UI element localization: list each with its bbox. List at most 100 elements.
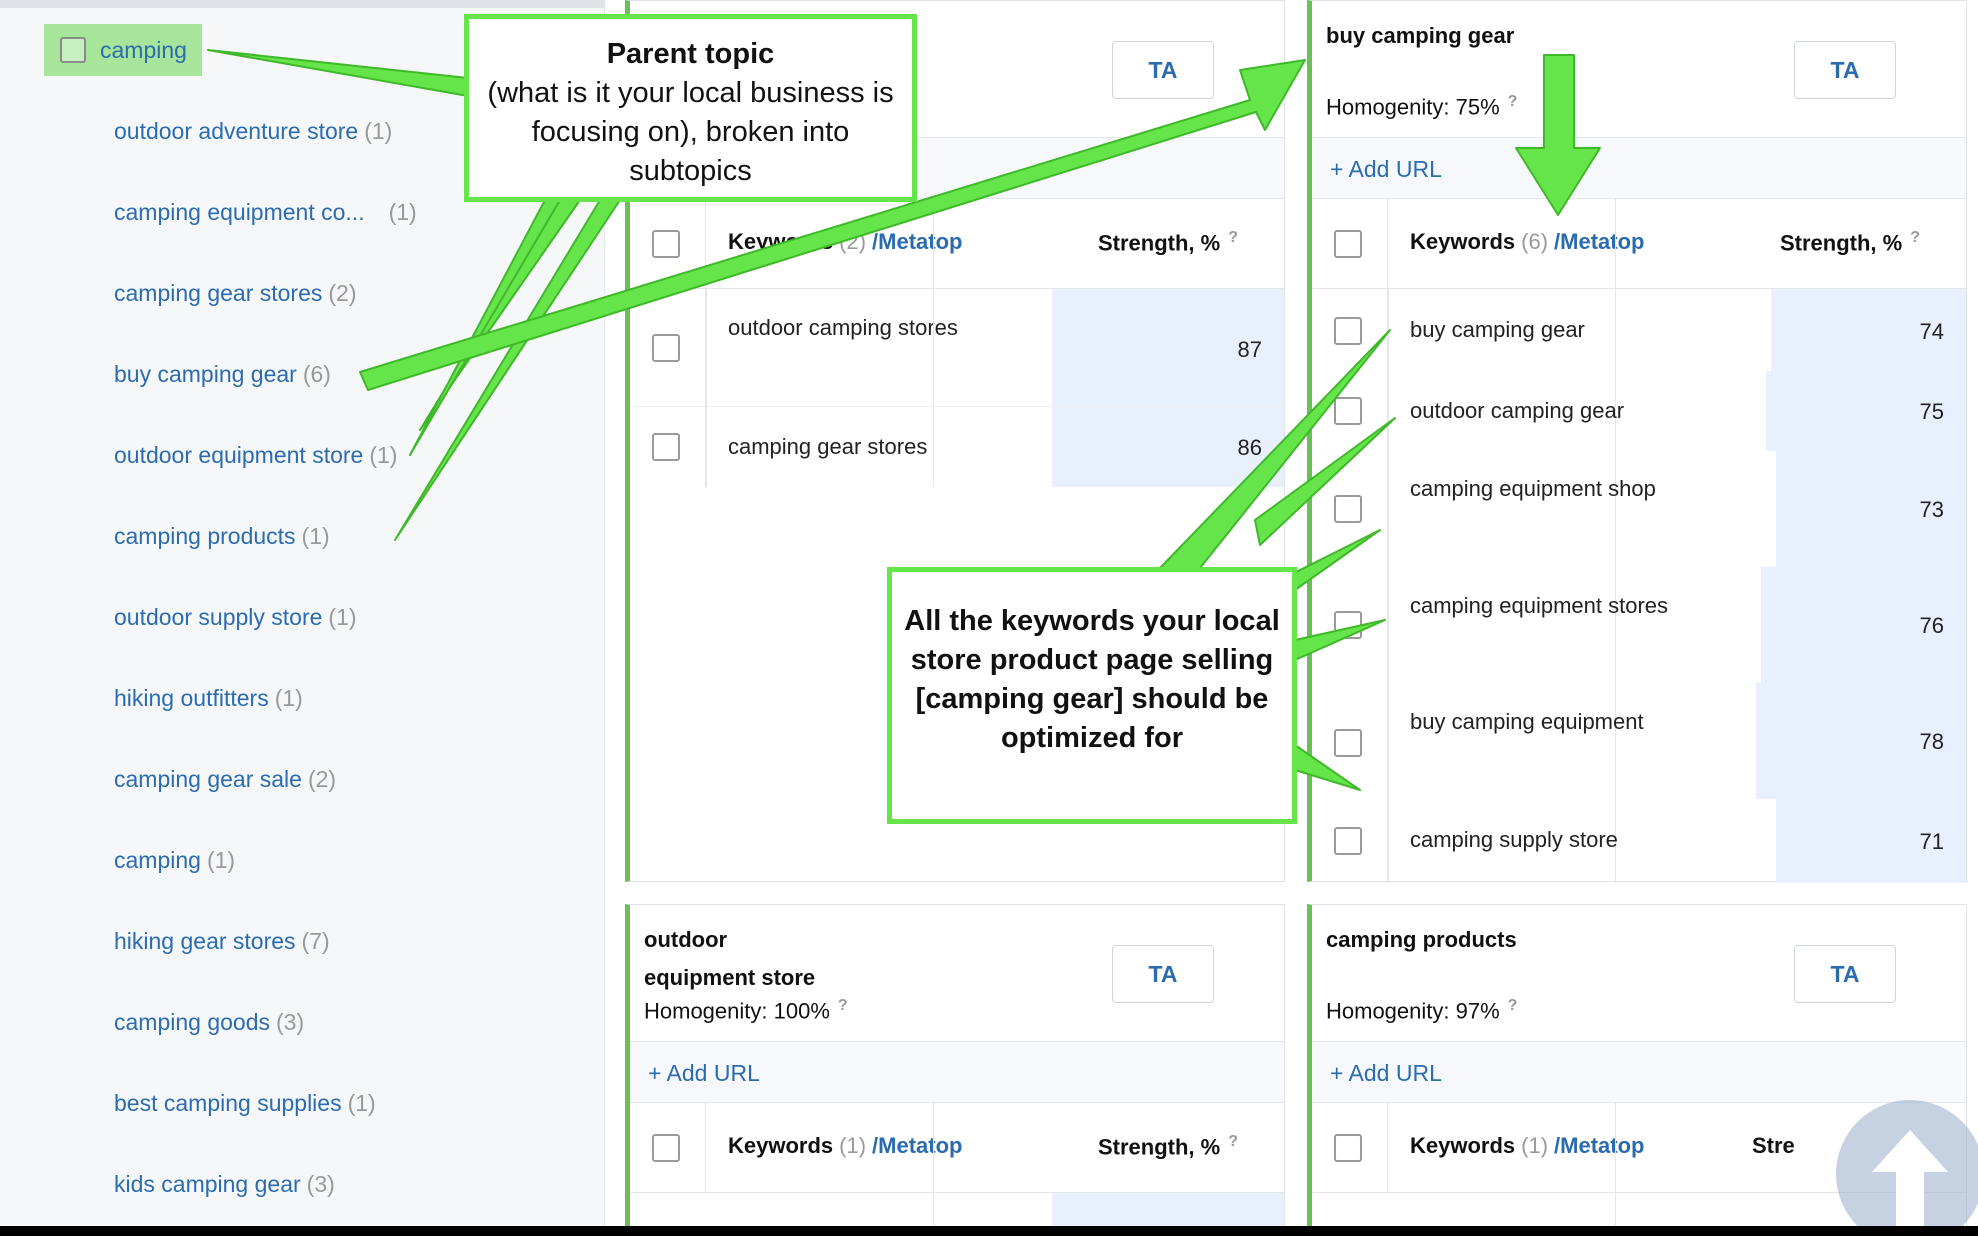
sidebar-item-label: camping [114, 847, 201, 873]
question-mark-icon[interactable]: ? [1508, 997, 1518, 1014]
sidebar-item-camping-goods[interactable]: camping goods (3) [114, 1009, 304, 1036]
strength-header[interactable]: Strength, %? [1780, 229, 1920, 256]
row-checkbox[interactable] [652, 334, 680, 362]
metatop-link[interactable]: /Metatop [1554, 229, 1644, 254]
sidebar-item-outdoor-equipment-store[interactable]: outdoor equipment store (1) [114, 442, 397, 469]
card-title: buy camping gear [1326, 23, 1515, 48]
sidebar-item-label: hiking outfitters [114, 685, 269, 711]
sidebar-item-camping-gear-sale[interactable]: camping gear sale (2) [114, 766, 336, 793]
keywords-header: Keywords (6)/Metatop [1410, 229, 1645, 254]
ta-button[interactable]: TA [1112, 41, 1214, 99]
keyword-cell: outdoor camping stores [728, 315, 958, 340]
scroll-to-top-button[interactable] [1836, 1100, 1978, 1236]
row-checkbox[interactable] [1334, 827, 1362, 855]
table-row: outdoor camping stores 87 [630, 289, 1284, 407]
keywords-header: Keywords (1)/Metatop [1410, 1133, 1645, 1158]
homogeneity-label: Homogenity: 100%? [644, 997, 848, 1024]
question-mark-icon[interactable]: ? [1228, 229, 1238, 246]
sidebar-item-hiking-gear-stores[interactable]: hiking gear stores (7) [114, 928, 330, 955]
strength-cell: 86 [1237, 435, 1262, 460]
table-row: camping equipment stores 76 [1312, 567, 1966, 683]
sidebar-item-label: camping products [114, 523, 296, 549]
sidebar-item-camping[interactable]: camping (1) [114, 847, 235, 874]
table-row: buy camping gear 74 [1312, 289, 1966, 371]
table-row: outdoor camping gear 75 [1312, 371, 1966, 451]
select-all-checkbox[interactable] [1334, 230, 1362, 258]
strength-header[interactable]: Strength, %? [1098, 1133, 1238, 1160]
sidebar-item-count: (3) [276, 1009, 305, 1035]
sidebar-item-count: (1) [388, 199, 417, 225]
homogeneity-label: Homogenity: 75%? [1326, 93, 1518, 120]
ta-button[interactable]: TA [1112, 945, 1214, 1003]
parent-topic-label: camping [100, 36, 187, 63]
keyword-cell: buy camping gear [1410, 317, 1585, 342]
sidebar-item-count: (2) [328, 280, 357, 306]
strength-cell: 87 [1237, 337, 1262, 362]
parent-topic-checkbox[interactable] [60, 37, 86, 63]
sidebar-item-count: (1) [369, 442, 398, 468]
card-title: camping products [1326, 927, 1517, 952]
table-header: Keywords (1)/Metatop Strength, %? [630, 1103, 1284, 1193]
sidebar-item-outdoor-supply-store[interactable]: outdoor supply store (1) [114, 604, 357, 631]
strength-cell: 71 [1919, 829, 1944, 854]
sidebar-item-label: hiking gear stores [114, 928, 296, 954]
sidebar-item-buy-camping-gear[interactable]: buy camping gear (6) [114, 361, 331, 388]
sidebar-item-label: camping gear sale [114, 766, 302, 792]
metatop-link[interactable]: /Metatop [872, 1133, 962, 1158]
question-mark-icon[interactable]: ? [1910, 229, 1920, 246]
strength-header[interactable]: Strength, %? [1098, 229, 1238, 256]
keywords-header: Keywords (1)/Metatop [728, 1133, 963, 1158]
homogeneity-label: Homogenity: 97%? [1326, 997, 1518, 1024]
sidebar-item-label: outdoor supply store [114, 604, 323, 630]
add-url-link[interactable]: + Add URL [1312, 137, 1966, 199]
topic-card-outdoor-equipment-store: outdoor equipment store Homogenity: 100%… [625, 904, 1285, 1236]
row-checkbox[interactable] [652, 433, 680, 461]
question-mark-icon[interactable]: ? [1228, 1133, 1238, 1150]
table-header: Keywords (6)/Metatop Strength, %? [1312, 199, 1966, 289]
sidebar-item-camping-equipment-co[interactable]: camping equipment co... (1) [114, 199, 417, 226]
sidebar-item-count: (2) [307, 766, 337, 792]
sidebar-item-count: (1) [364, 118, 393, 144]
keyword-cell: camping equipment shop [1410, 476, 1656, 501]
row-checkbox[interactable] [1334, 495, 1362, 523]
sidebar-item-camping-gear-stores[interactable]: camping gear stores (2) [114, 280, 357, 307]
add-url-link[interactable]: + Add URL [1312, 1041, 1966, 1103]
question-mark-icon[interactable]: ? [838, 997, 848, 1014]
sidebar-item-label: outdoor equipment store [114, 442, 364, 468]
row-checkbox[interactable] [1334, 729, 1362, 757]
keywords-callout: All the keywords your local store produc… [887, 567, 1297, 824]
sidebar-item-camping-products[interactable]: camping products (1) [114, 523, 330, 550]
card-title: outdoor equipment store [644, 927, 816, 990]
row-checkbox[interactable] [1334, 611, 1362, 639]
select-all-checkbox[interactable] [1334, 1134, 1362, 1162]
sidebar-item-outdoor-adventure-store[interactable]: outdoor adventure store (1) [114, 118, 392, 145]
ta-button[interactable]: TA [1794, 41, 1896, 99]
sidebar-item-best-camping-supplies[interactable]: best camping supplies (1) [114, 1090, 376, 1117]
add-url-link[interactable]: + Add URL [630, 1041, 1284, 1103]
select-all-checkbox[interactable] [652, 230, 680, 258]
sidebar-item-label: camping goods [114, 1009, 270, 1035]
ta-button[interactable]: TA [1794, 945, 1896, 1003]
table-row: buy camping equipment 78 [1312, 683, 1966, 799]
metatop-link[interactable]: /Metatop [872, 229, 962, 254]
question-mark-icon[interactable]: ? [1508, 93, 1518, 110]
sidebar-top-border [0, 0, 605, 8]
strength-header[interactable]: Stre [1752, 1133, 1795, 1159]
app-frame: camping outdoor adventure store (1) campi… [0, 0, 1978, 1236]
row-checkbox[interactable] [1334, 397, 1362, 425]
sidebar-item-count: (6) [302, 361, 331, 387]
select-all-checkbox[interactable] [652, 1134, 680, 1162]
callout-body: (what is it your local business is focus… [487, 77, 894, 187]
keyword-cell: outdoor camping gear [1410, 398, 1625, 423]
row-checkbox[interactable] [1334, 317, 1362, 345]
sidebar-item-kids-camping-gear[interactable]: kids camping gear (3) [114, 1171, 335, 1198]
table-row: camping supply store 71 [1312, 799, 1966, 883]
bottom-edge [0, 1226, 1978, 1236]
sidebar-item-count: (7) [301, 928, 330, 954]
parent-topic-item[interactable]: camping [44, 24, 202, 76]
sidebar-item-count: (1) [347, 1090, 376, 1116]
sidebar-item-hiking-outfitters[interactable]: hiking outfitters (1) [114, 685, 303, 712]
parent-topic-callout: Parent topic (what is it your local busi… [464, 14, 917, 202]
sidebar-item-label: best camping supplies [114, 1090, 342, 1116]
metatop-link[interactable]: /Metatop [1554, 1133, 1644, 1158]
